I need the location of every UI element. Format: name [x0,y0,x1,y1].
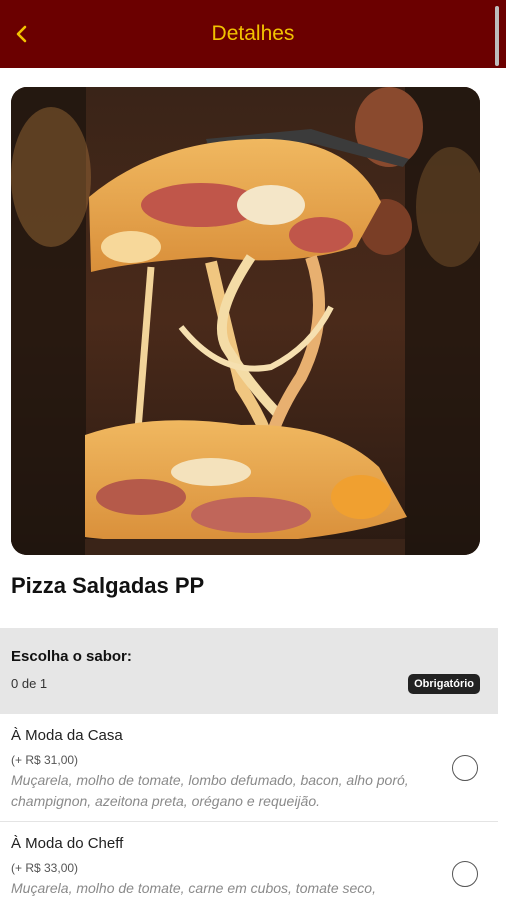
flavor-option[interactable]: À Moda da Casa (+ R$ 31,00) Muçarela, mo… [0,714,498,822]
option-price: (+ R$ 31,00) [11,753,79,767]
option-radio[interactable] [452,755,478,781]
option-price: (+ R$ 33,00) [11,861,79,875]
product-image [11,87,480,555]
flavor-option[interactable]: À Moda do Cheff (+ R$ 33,00) Muçarela, m… [0,822,498,900]
required-badge: Obrigatório [408,674,480,694]
selection-count: 0 de 1 [11,676,48,691]
product-title: Pizza Salgadas PP [11,573,205,598]
scrollbar-thumb[interactable] [495,6,499,66]
pizza-photo [11,87,480,555]
section-title: Escolha o sabor: [11,648,132,665]
page-title: Detalhes [211,22,295,45]
option-radio[interactable] [452,861,478,887]
option-description: Muçarela, molho de tomate, carne em cubo… [11,880,376,896]
app-header: Detalhes [0,0,506,68]
option-description: Muçarela, molho de tomate, lombo defumad… [11,772,409,809]
flavor-section-header: Escolha o sabor: 0 de 1 Obrigatório [0,628,498,714]
option-name: À Moda do Cheff [11,835,124,852]
option-name: À Moda da Casa [11,727,123,744]
